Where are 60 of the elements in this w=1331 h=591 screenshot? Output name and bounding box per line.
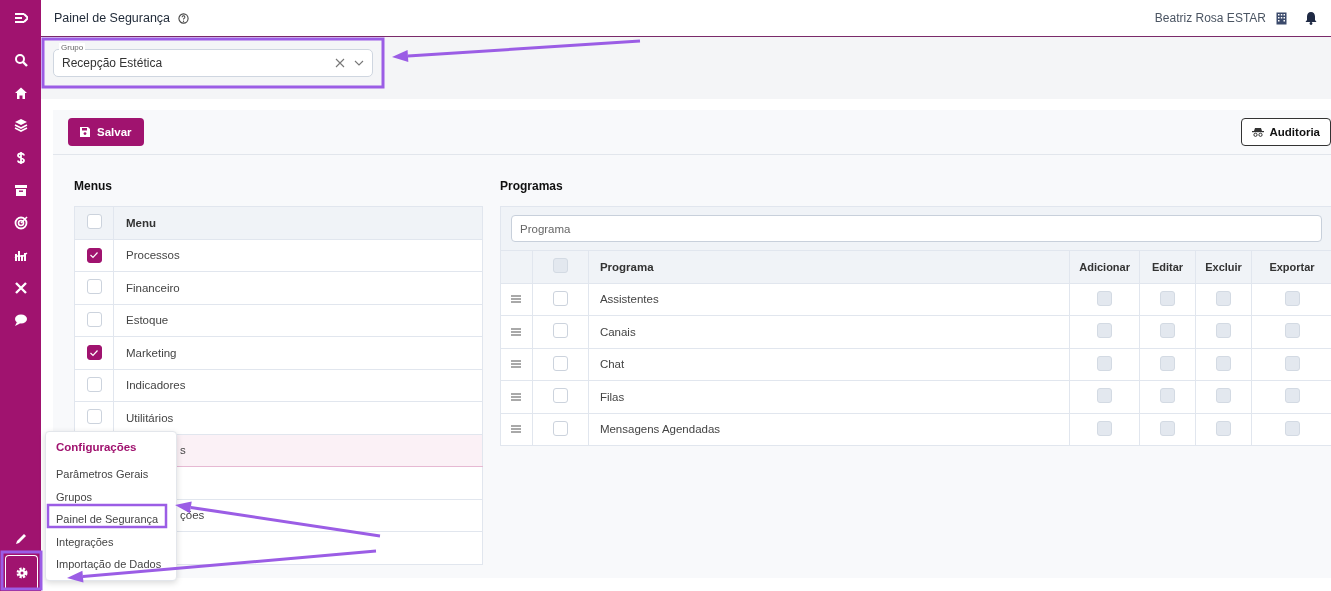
bell-icon[interactable]	[1305, 11, 1317, 25]
drag-handle-icon[interactable]	[511, 295, 522, 304]
spy-icon	[1251, 127, 1264, 137]
chart-icon	[13, 248, 28, 263]
column-header: Adicionar	[1079, 260, 1130, 273]
drag-handle-icon[interactable]	[511, 392, 522, 401]
menu-name: Marketing	[126, 346, 177, 359]
checkbox[interactable]	[86, 247, 102, 263]
chevron-down-icon[interactable]	[354, 60, 364, 66]
program-name: Chat	[599, 358, 625, 371]
menu-name: Utilitários	[126, 411, 174, 424]
menu-name: Financeiro	[126, 281, 180, 294]
page-title: Painel de Segurança	[54, 11, 171, 25]
tools-icon	[13, 280, 28, 295]
sidebar-item[interactable]	[5, 555, 38, 589]
layers-icon	[13, 118, 28, 133]
search-icon	[13, 53, 28, 68]
checkbox[interactable]	[86, 345, 102, 361]
menu-name: Estoque	[126, 314, 169, 327]
highlight-frame	[0, 550, 43, 591]
archive-icon	[13, 183, 28, 198]
column-header: Programa	[599, 260, 654, 273]
search-field[interactable]: Programa	[511, 215, 1322, 242]
target-icon	[13, 215, 28, 230]
menu-name: Indicadores	[126, 379, 186, 392]
menu-heading: Configurações	[55, 440, 138, 455]
program-name: Filas	[599, 390, 625, 403]
field-label: Grupo	[59, 43, 86, 53]
pencil-icon	[13, 531, 28, 546]
column-header: Excluir	[1205, 260, 1242, 273]
drag-handle-icon[interactable]	[511, 360, 522, 369]
menu-name: Processos	[126, 249, 180, 262]
section-title: Menus	[74, 179, 113, 193]
clear-icon[interactable]	[335, 58, 345, 68]
section-title: Programas	[500, 179, 564, 193]
help-icon[interactable]	[178, 12, 190, 24]
drag-handle-icon[interactable]	[511, 327, 522, 336]
audit-button[interactable]: Auditoria	[1240, 118, 1331, 146]
menu-item[interactable]: Importação de Dados	[46, 553, 176, 576]
save-button[interactable]: Salvar	[68, 118, 144, 146]
select-all-checkbox[interactable]	[86, 214, 102, 230]
program-name: Canais	[599, 325, 636, 338]
menu-item[interactable]: Parâmetros Gerais	[46, 463, 176, 486]
column-header: Menu	[126, 216, 157, 229]
column-header: Editar	[1151, 260, 1184, 273]
drag-handle-icon[interactable]	[511, 425, 522, 434]
program-name: Assistentes	[599, 293, 659, 306]
menu-icon	[13, 10, 28, 25]
column-header: Exportar	[1269, 260, 1315, 273]
menu-item[interactable]: Grupos	[46, 485, 176, 508]
building-icon[interactable]	[1276, 11, 1287, 25]
check-icon	[89, 250, 99, 261]
user-name[interactable]: Beatriz Rosa ESTAR	[1154, 11, 1266, 25]
menu-item[interactable]: Integrações	[46, 530, 176, 553]
menu-item[interactable]: Painel de Segurança	[46, 508, 176, 531]
settings-icon	[14, 565, 29, 580]
check-icon	[89, 347, 99, 358]
program-name: Mensagens Agendadas	[599, 423, 721, 436]
house-icon	[13, 85, 28, 100]
chat-bubble-icon	[13, 313, 28, 328]
